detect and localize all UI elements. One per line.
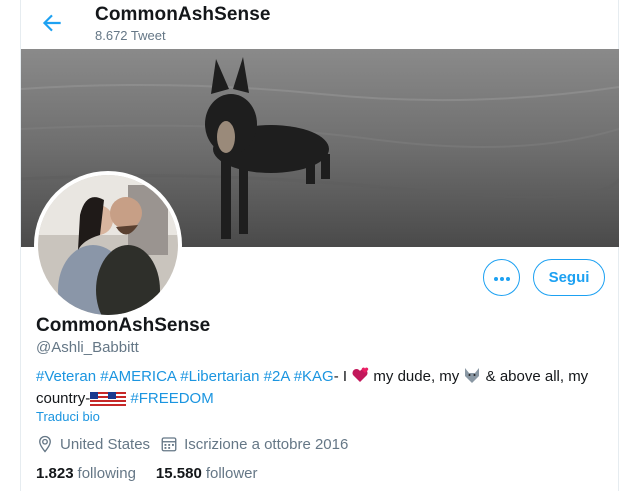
hashtag-link[interactable]: #2A [264,368,290,385]
profile-column: CommonAshSense 8.672 Tweet Segui CommonA… [20,0,619,491]
calendar-icon [160,435,178,453]
hashtag-link[interactable]: #Libertarian [180,368,259,385]
hashtag-link[interactable]: #AMERICA [100,368,176,385]
two-hearts-emoji-icon [351,366,369,389]
profile-display-name: CommonAshSense [36,315,211,336]
followers-label: follower [205,465,258,482]
hashtag-link[interactable]: #FREEDOM [130,390,213,407]
more-horizontal-icon [493,269,511,287]
tweet-count: 8.672 Tweet [95,28,166,43]
profile-stats: 1.823 following 15.580 follower [36,465,278,482]
bio-text: - I [333,368,348,385]
profile-bio: #Veteran #AMERICA #Libertarian #2A #KAG-… [36,366,606,411]
wolf-emoji-icon [463,366,481,389]
following-label: following [77,465,136,482]
bio-text: my dude, my [373,368,460,385]
us-flag-emoji-icon [108,392,127,411]
profile-joined-date: Iscrizione a ottobre 2016 [184,435,349,453]
header-title: CommonAshSense [95,4,271,25]
bio-text: country- [36,390,91,407]
profile-meta: United States Iscrizione a ottobre 2016 [36,435,348,453]
bio-text: & above all, my [485,368,589,385]
back-arrow-icon[interactable] [39,10,65,36]
location-pin-icon [36,435,54,453]
hashtag-link[interactable]: #KAG [294,368,334,385]
follow-button[interactable]: Segui [533,259,605,296]
followers-link[interactable]: 15.580 follower [156,465,258,482]
translate-bio-link[interactable]: Traduci bio [36,409,100,424]
followers-count: 15.580 [155,465,202,482]
following-link[interactable]: 1.823 following [36,465,136,482]
following-count: 1.823 [36,465,74,482]
profile-avatar[interactable] [34,171,182,319]
profile-location: United States [60,435,151,453]
more-options-button[interactable] [483,259,520,296]
hashtag-link[interactable]: #Veteran [36,368,96,385]
profile-handle: @Ashli_Babbitt [36,339,139,356]
profile-header-bar: CommonAshSense 8.672 Tweet [21,0,620,49]
